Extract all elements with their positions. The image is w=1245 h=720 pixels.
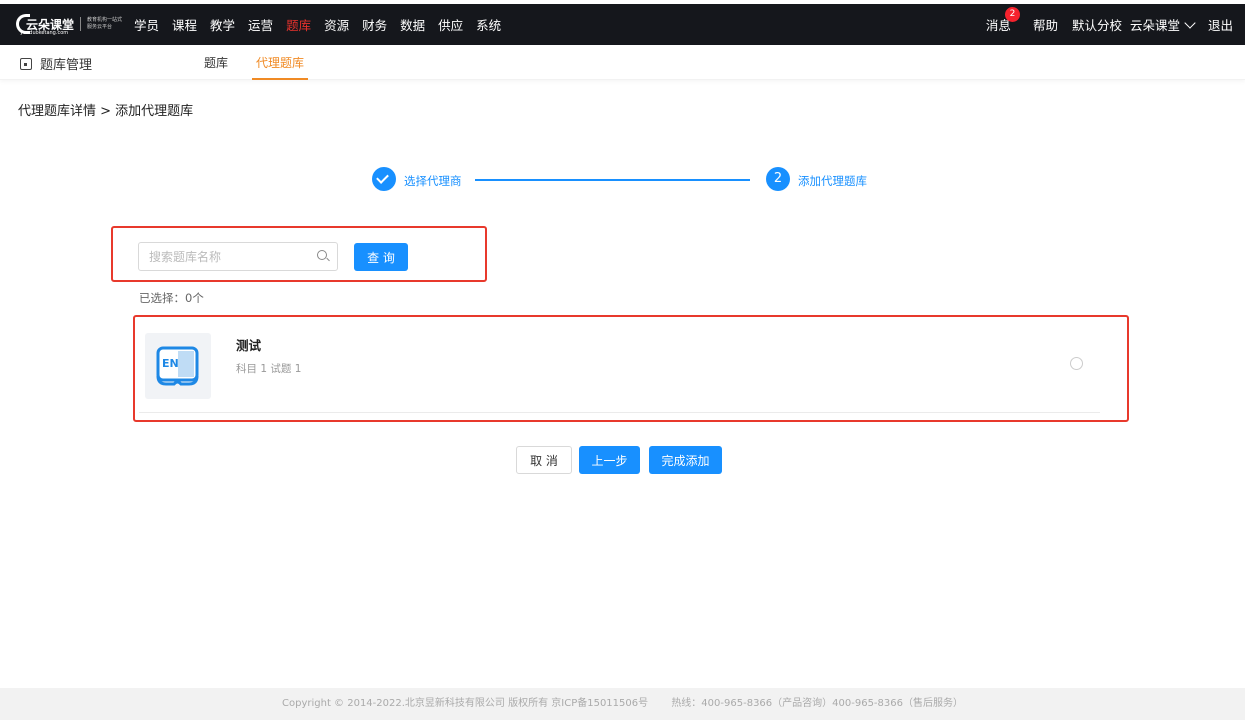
step-1-label: 选择代理商 xyxy=(404,174,462,188)
help-link[interactable]: 帮助 xyxy=(1033,15,1058,34)
nav-item-students[interactable]: 学员 xyxy=(134,15,159,34)
question-bank-meta: 科目 1 试题 1 xyxy=(236,363,302,375)
account-menu[interactable]: 云朵课堂 xyxy=(1129,15,1196,34)
nav-item-system[interactable]: 系统 xyxy=(476,15,501,34)
search-input[interactable] xyxy=(138,242,338,271)
breadcrumb: 代理题库详情 > 添加代理题库 xyxy=(18,104,194,119)
nav-item-courses[interactable]: 课程 xyxy=(172,15,197,34)
nav-item-supply[interactable]: 供应 xyxy=(438,15,463,34)
nav-item-resources[interactable]: 资源 xyxy=(324,15,349,34)
school-switcher[interactable]: 默认分校 xyxy=(1072,15,1122,34)
module-title-label: 题库管理 xyxy=(40,58,93,73)
logo[interactable]: 云朵课堂 yunduoketang.com 教育机构一站式服务云平台 xyxy=(16,14,123,36)
main-nav: 学员 课程 教学 运营 题库 资源 财务 数据 供应 系统 xyxy=(134,4,514,45)
messages-link[interactable]: 消息 2 xyxy=(986,7,1020,34)
search-icon[interactable] xyxy=(317,250,327,260)
logout-link[interactable]: 退出 xyxy=(1208,15,1233,34)
question-bank-thumbnail: EN xyxy=(145,333,211,399)
module-icon xyxy=(20,57,32,70)
query-button[interactable]: 查 询 xyxy=(354,243,408,271)
tab-proxy-question-bank[interactable]: 代理题库 xyxy=(252,54,309,80)
thumb-text: EN xyxy=(162,357,179,370)
top-right-menu: 消息 2 帮助 默认分校 云朵课堂 退出 xyxy=(972,4,1233,45)
sub-nav-bar: 题库管理 题库 代理题库 xyxy=(0,45,1245,80)
step-2-number: 2 xyxy=(766,167,790,191)
nav-item-data[interactable]: 数据 xyxy=(400,15,425,34)
previous-step-button[interactable]: 上一步 xyxy=(579,446,640,474)
step-connector xyxy=(475,179,750,181)
step-2-label: 添加代理题库 xyxy=(798,174,867,188)
selected-count: 已选择：0个 xyxy=(139,291,204,305)
cancel-button[interactable]: 取 消 xyxy=(516,446,572,474)
item-divider xyxy=(139,412,1100,413)
footer-copyright: Copyright © 2014-2022.北京昱新科技有限公司 版权所有 京I… xyxy=(282,698,649,709)
tab-question-bank[interactable]: 题库 xyxy=(204,54,228,80)
question-bank-title[interactable]: 测试 xyxy=(236,335,261,354)
finish-add-button[interactable]: 完成添加 xyxy=(649,446,722,474)
nav-item-teaching[interactable]: 教学 xyxy=(210,15,235,34)
check-icon xyxy=(376,171,389,184)
select-radio[interactable] xyxy=(1070,357,1083,370)
nav-item-finance[interactable]: 财务 xyxy=(362,15,387,34)
chevron-down-icon xyxy=(1184,17,1196,29)
logo-sub: yunduoketang.com xyxy=(20,30,69,36)
top-nav-bar: 云朵课堂 yunduoketang.com 教育机构一站式服务云平台 学员 课程… xyxy=(0,4,1245,45)
en-book-icon: EN xyxy=(156,346,199,386)
nav-item-question-bank[interactable]: 题库 xyxy=(286,15,311,34)
message-count-badge: 2 xyxy=(1004,7,1020,22)
footer-hotline: 热线：400-965-8366（产品咨询）400-965-8366（售后服务） xyxy=(671,698,963,709)
step-1-done-icon xyxy=(372,167,396,191)
logo-divider xyxy=(80,17,82,31)
account-name: 云朵课堂 xyxy=(1129,18,1180,33)
nav-item-operations[interactable]: 运营 xyxy=(248,15,273,34)
footer: Copyright © 2014-2022.北京昱新科技有限公司 版权所有 京I… xyxy=(0,688,1245,720)
logo-slogan: 教育机构一站式服务云平台 xyxy=(87,17,123,30)
module-title: 题库管理 xyxy=(20,54,92,73)
